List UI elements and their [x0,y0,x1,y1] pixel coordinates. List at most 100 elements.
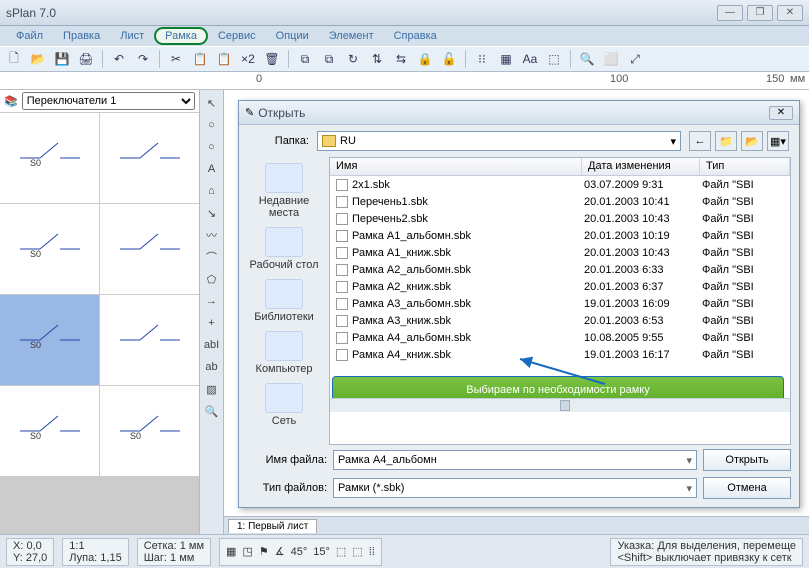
view-button[interactable]: ▦▾ [767,131,789,151]
place-item[interactable]: Библиотеки [246,277,322,325]
place-item[interactable]: Недавние места [246,161,322,221]
tool-button[interactable]: ↘ [202,204,222,222]
close-button[interactable]: ✕ [777,5,803,21]
back-button[interactable]: ← [689,131,711,151]
toolbar-button[interactable]: ⇅ [367,49,387,69]
filename-input[interactable]: Рамка А4_альбомн [333,450,697,470]
status-tool[interactable]: ∡ [275,545,285,558]
toolbar-button[interactable]: 🗑 [262,49,282,69]
filetype-combo[interactable]: Рамки (*.sbk) [333,478,697,498]
tool-button[interactable]: → [202,292,222,310]
horizontal-scrollbar[interactable] [330,398,790,412]
toolbar-button[interactable]: ⬜ [601,49,621,69]
status-tool[interactable]: ⁞⁞ [369,546,375,558]
tool-button[interactable]: ▨ [202,380,222,398]
library-select[interactable]: Переключатели 1 [22,92,195,110]
folder-combo[interactable]: RU ▾ [317,131,681,151]
tool-button[interactable]: 〰 [202,226,222,244]
toolbar-button[interactable]: 🔓 [439,49,459,69]
col-date[interactable]: Дата изменения [582,158,700,175]
tool-button[interactable]: + [202,314,222,332]
tool-button[interactable]: A [202,160,222,178]
file-row[interactable]: 2x1.sbk03.07.2009 9:31Файл "SBI [330,176,790,193]
menu-рамка[interactable]: Рамка [154,27,208,45]
toolbar-button[interactable]: 🖨 [76,49,96,69]
library-item[interactable] [100,295,199,385]
status-tool[interactable]: ▦ [226,545,236,558]
sheet-tab[interactable]: 1: Первый лист [228,519,317,533]
toolbar-button[interactable]: ×2 [238,49,258,69]
status-tool[interactable]: ⚑ [259,545,269,558]
file-row[interactable]: Рамка А4_альбомн.sbk10.08.2005 9:55Файл … [330,329,790,346]
status-tool[interactable]: ⬚ [336,545,346,558]
library-item[interactable]: S0 [0,204,99,294]
menu-правка[interactable]: Правка [53,28,110,44]
toolbar-button[interactable]: 🔍 [577,49,597,69]
toolbar-button[interactable]: ⁝⁝ [472,49,492,69]
toolbar-button[interactable]: ▦ [496,49,516,69]
col-name[interactable]: Имя [330,158,582,175]
open-button[interactable]: Открыть [703,449,791,471]
tool-button[interactable]: ○ [202,138,222,156]
menu-файл[interactable]: Файл [6,28,53,44]
file-row[interactable]: Рамка А4_книж.sbk19.01.2003 16:17Файл "S… [330,346,790,363]
tool-button[interactable]: 🔍 [202,402,222,420]
library-item[interactable]: S0 [100,386,199,476]
library-item[interactable]: S0 [0,113,99,203]
file-list[interactable]: Имя Дата изменения Тип 2x1.sbk03.07.2009… [329,157,791,445]
status-tool[interactable]: ⬚ [352,545,362,558]
status-tool[interactable]: 15° [313,546,330,558]
toolbar-button[interactable]: 📂 [28,49,48,69]
menu-сервис[interactable]: Сервис [208,28,266,44]
toolbar-button[interactable]: ⧉ [319,49,339,69]
toolbar-button[interactable]: ✂ [166,49,186,69]
toolbar-button[interactable]: ⧉ [295,49,315,69]
toolbar-button[interactable]: ↶ [109,49,129,69]
file-row[interactable]: Рамка А1_книж.sbk20.01.2003 10:43Файл "S… [330,244,790,261]
menu-элемент[interactable]: Элемент [319,28,384,44]
toolbar-button[interactable]: 📋 [190,49,210,69]
dialog-close-button[interactable]: ✕ [769,106,793,120]
tool-button[interactable]: ○ [202,116,222,134]
toolbar-button[interactable]: 🗋 [4,49,24,69]
file-row[interactable]: Рамка А3_книж.sbk20.01.2003 6:53Файл "SB… [330,312,790,329]
menu-справка[interactable]: Справка [384,28,447,44]
file-row[interactable]: Рамка А2_альбомн.sbk20.01.2003 6:33Файл … [330,261,790,278]
toolbar-button[interactable]: ↷ [133,49,153,69]
maximize-button[interactable]: ❐ [747,5,773,21]
menu-лист[interactable]: Лист [110,28,154,44]
tool-button[interactable]: abI [202,336,222,354]
tool-button[interactable]: ↖ [202,94,222,112]
tool-button[interactable]: ⌒ [202,248,222,266]
toolbar-button[interactable]: Aa [520,49,540,69]
col-type[interactable]: Тип [700,158,790,175]
tool-button[interactable]: ⬠ [202,270,222,288]
place-item[interactable]: Сеть [246,381,322,429]
tool-button[interactable]: ⌂ [202,182,222,200]
library-item[interactable] [100,113,199,203]
library-item[interactable]: S0 [0,295,99,385]
place-item[interactable]: Компьютер [246,329,322,377]
toolbar-button[interactable]: ⬚ [544,49,564,69]
file-row[interactable]: Рамка А3_альбомн.sbk19.01.2003 16:09Файл… [330,295,790,312]
toolbar-button[interactable]: 🔒 [415,49,435,69]
status-tool[interactable]: ◳ [242,545,252,558]
tool-button[interactable]: ab [202,358,222,376]
new-folder-button[interactable]: 📂 [741,131,763,151]
toolbar-button[interactable]: 💾 [52,49,72,69]
file-row[interactable]: Перечень2.sbk20.01.2003 10:43Файл "SBI [330,210,790,227]
file-row[interactable]: Рамка А2_книж.sbk20.01.2003 6:37Файл "SB… [330,278,790,295]
library-item[interactable]: S0 [0,386,99,476]
minimize-button[interactable]: — [717,5,743,21]
toolbar-button[interactable]: ↻ [343,49,363,69]
toolbar-button[interactable]: 📋 [214,49,234,69]
place-item[interactable]: Рабочий стол [246,225,322,273]
toolbar-button[interactable]: ⇆ [391,49,411,69]
file-row[interactable]: Рамка А1_альбомн.sbk20.01.2003 10:19Файл… [330,227,790,244]
up-button[interactable]: 📁 [715,131,737,151]
menu-опции[interactable]: Опции [266,28,319,44]
cancel-button[interactable]: Отмена [703,477,791,499]
library-item[interactable] [100,204,199,294]
file-row[interactable]: Перечень1.sbk20.01.2003 10:41Файл "SBI [330,193,790,210]
toolbar-button[interactable]: ⤢ [625,49,645,69]
